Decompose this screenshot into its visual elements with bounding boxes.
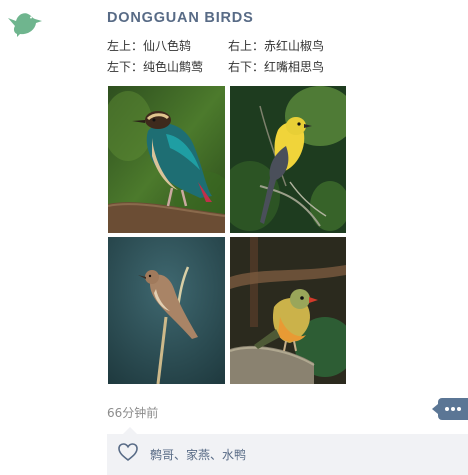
comment-button[interactable] [432,398,468,420]
plain-prinia-photo[interactable] [108,237,225,384]
comment-dot [451,407,455,411]
author-name[interactable]: DONGGUAN BIRDS [107,10,254,26]
comment-dots-icon [445,407,449,411]
fairy-pitta-photo[interactable] [108,86,225,233]
caption-bottom-right: 右下：红嘴相思鸟 [228,60,325,74]
caption-bottom-left: 左下：纯色山鹪莺 [107,60,204,74]
likes-names[interactable]: 鹩哥、家燕、水鸭 [150,446,246,463]
bird-logo-icon [8,13,42,37]
scarlet-minivet-photo[interactable] [230,86,346,233]
heart-icon[interactable] [117,442,139,462]
comment-dot [457,407,461,411]
red-billed-leiothrix-photo[interactable] [230,237,346,384]
likes-panel: 鹩哥、家燕、水鸭 [107,427,468,475]
post-timestamp: 66分钟前 [107,406,159,420]
caption-top-left: 左上：仙八色鸫 [107,39,192,53]
caption-top-right: 右上：赤红山椒鸟 [228,39,325,53]
